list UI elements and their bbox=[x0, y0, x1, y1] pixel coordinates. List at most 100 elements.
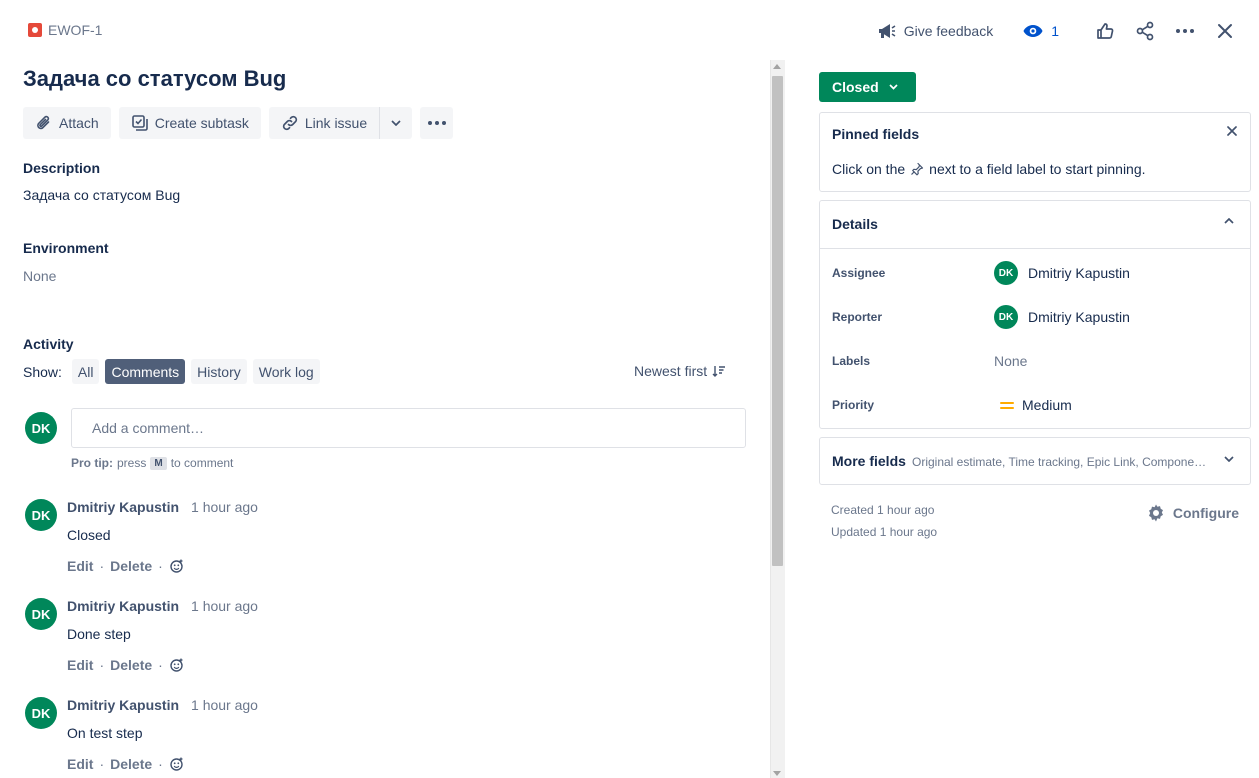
bug-icon bbox=[28, 23, 42, 37]
chevron-down-icon bbox=[391, 120, 401, 126]
like-button[interactable] bbox=[1089, 16, 1121, 46]
labels-row: Labels None bbox=[832, 349, 1238, 373]
top-actions: Give feedback 1 bbox=[877, 16, 1241, 46]
pro-tip-rest: to comment bbox=[170, 456, 234, 470]
pin-icon bbox=[910, 162, 924, 176]
collapse-details-button[interactable] bbox=[1224, 218, 1234, 224]
updated-info: Updated 1 hour ago bbox=[831, 525, 937, 539]
comment-time[interactable]: 1 hour ago bbox=[191, 598, 258, 614]
chevron-up-icon bbox=[1224, 218, 1234, 224]
filter-work-log[interactable]: Work log bbox=[252, 359, 320, 384]
environment-heading: Environment bbox=[23, 240, 109, 256]
pro-tip-press: press bbox=[117, 456, 147, 470]
eye-icon bbox=[1023, 24, 1043, 38]
paperclip-icon bbox=[35, 114, 53, 132]
subtask-icon bbox=[131, 114, 149, 132]
created-value: 1 hour ago bbox=[877, 503, 935, 517]
pinned-hint-before: Click on the bbox=[832, 161, 906, 177]
toolbar-more-button[interactable] bbox=[420, 107, 454, 139]
labels-value[interactable]: None bbox=[994, 353, 1027, 369]
more-fields-heading: More fields bbox=[832, 453, 906, 469]
issue-toolbar: Attach Create subtask Link issue bbox=[23, 107, 454, 139]
comment-delete-button[interactable]: Delete bbox=[110, 657, 152, 673]
close-button[interactable] bbox=[1209, 16, 1241, 46]
created-label: Created bbox=[831, 503, 874, 517]
add-comment-input[interactable]: Add a comment… bbox=[71, 408, 746, 448]
filter-comments[interactable]: Comments bbox=[105, 359, 186, 384]
close-pinned-button[interactable] bbox=[1227, 126, 1237, 136]
issue-title[interactable]: Задача со статусом Bug bbox=[23, 66, 286, 92]
description-value[interactable]: Задача со статусом Bug bbox=[23, 187, 180, 203]
link-issue-split: Link issue bbox=[268, 107, 413, 139]
priority-label: Priority bbox=[832, 398, 875, 412]
link-issue-button[interactable]: Link issue bbox=[268, 107, 380, 139]
comment-item: DK Dmitriy Kapustin 1 hour ago Closed Ed… bbox=[25, 499, 745, 579]
comment-author[interactable]: Dmitriy Kapustin bbox=[67, 598, 179, 614]
comment-delete-button[interactable]: Delete bbox=[110, 558, 152, 574]
avatar: DK bbox=[25, 697, 57, 729]
attach-button[interactable]: Attach bbox=[23, 107, 111, 139]
link-issue-dropdown[interactable] bbox=[379, 107, 413, 139]
keyboard-shortcut-key: M bbox=[150, 456, 167, 470]
assignee-field[interactable]: DK Dmitriy Kapustin bbox=[994, 261, 1130, 285]
pro-tip-label: Pro tip: bbox=[71, 456, 113, 470]
comment-time[interactable]: 1 hour ago bbox=[191, 697, 258, 713]
link-icon bbox=[281, 114, 299, 132]
pinned-fields-hint: Click on the next to a field label to st… bbox=[832, 161, 1146, 177]
assignee-label: Assignee bbox=[832, 266, 886, 280]
divider bbox=[820, 248, 1250, 249]
labels-label: Labels bbox=[832, 354, 871, 368]
configure-button[interactable]: Configure bbox=[1146, 503, 1239, 523]
sort-label: Newest first bbox=[634, 363, 708, 379]
pinned-fields-panel: Pinned fields Click on the next to a fie… bbox=[819, 112, 1251, 192]
more-fields-panel[interactable]: More fields Original estimate, Time trac… bbox=[819, 437, 1251, 485]
priority-row: Priority Medium bbox=[832, 393, 1238, 417]
create-subtask-button[interactable]: Create subtask bbox=[118, 107, 261, 139]
environment-value[interactable]: None bbox=[23, 268, 56, 284]
avatar: DK bbox=[994, 261, 1018, 285]
comment-time[interactable]: 1 hour ago bbox=[191, 499, 258, 515]
more-actions-button[interactable] bbox=[1169, 16, 1201, 46]
scroll-down-arrow[interactable] bbox=[773, 771, 781, 776]
comment-body: Done step bbox=[67, 626, 131, 642]
reporter-field[interactable]: DK Dmitriy Kapustin bbox=[994, 305, 1130, 329]
add-reaction-icon[interactable] bbox=[169, 657, 185, 673]
issue-key: EWOF-1 bbox=[48, 22, 103, 38]
more-icon bbox=[1175, 28, 1195, 34]
activity-filter-row: Show: All Comments History Work log bbox=[23, 359, 320, 384]
comment-edit-button[interactable]: Edit bbox=[67, 558, 93, 574]
close-icon bbox=[1227, 126, 1237, 136]
give-feedback-button[interactable]: Give feedback bbox=[877, 22, 993, 40]
separator-dot: · bbox=[158, 657, 163, 673]
created-info: Created 1 hour ago bbox=[831, 503, 934, 517]
show-label: Show: bbox=[23, 363, 62, 380]
status-dropdown[interactable]: Closed bbox=[819, 72, 916, 102]
details-heading[interactable]: Details bbox=[832, 216, 878, 232]
add-reaction-icon[interactable] bbox=[169, 756, 185, 772]
watch-button[interactable]: 1 bbox=[1023, 23, 1059, 39]
activity-heading: Activity bbox=[23, 336, 74, 352]
comment-edit-button[interactable]: Edit bbox=[67, 657, 93, 673]
comment-author[interactable]: Dmitriy Kapustin bbox=[67, 499, 179, 515]
thumbs-up-icon bbox=[1096, 22, 1114, 40]
comment-author[interactable]: Dmitriy Kapustin bbox=[67, 697, 179, 713]
filter-all[interactable]: All bbox=[71, 359, 100, 384]
more-fields-summary: Original estimate, Time tracking, Epic L… bbox=[912, 455, 1208, 469]
add-reaction-icon[interactable] bbox=[169, 558, 185, 574]
pinned-hint-after: next to a field label to start pinning. bbox=[929, 161, 1146, 177]
priority-field[interactable]: Medium bbox=[994, 397, 1072, 413]
comment-body: On test step bbox=[67, 725, 143, 741]
comment-delete-button[interactable]: Delete bbox=[110, 756, 152, 772]
comment-edit-button[interactable]: Edit bbox=[67, 756, 93, 772]
share-button[interactable] bbox=[1129, 16, 1161, 46]
scroll-up-arrow[interactable] bbox=[773, 64, 781, 69]
scrollbar-thumb[interactable] bbox=[772, 76, 783, 566]
sort-order-button[interactable]: Newest first bbox=[634, 363, 726, 379]
comment-item: DK Dmitriy Kapustin 1 hour ago On test s… bbox=[25, 697, 745, 777]
separator-dot: · bbox=[158, 756, 163, 772]
separator-dot: · bbox=[158, 558, 163, 574]
filter-history[interactable]: History bbox=[191, 359, 247, 384]
updated-label: Updated bbox=[831, 525, 877, 539]
issue-key-link[interactable]: EWOF-1 bbox=[28, 22, 102, 38]
expand-more-fields-button[interactable] bbox=[1224, 456, 1234, 462]
